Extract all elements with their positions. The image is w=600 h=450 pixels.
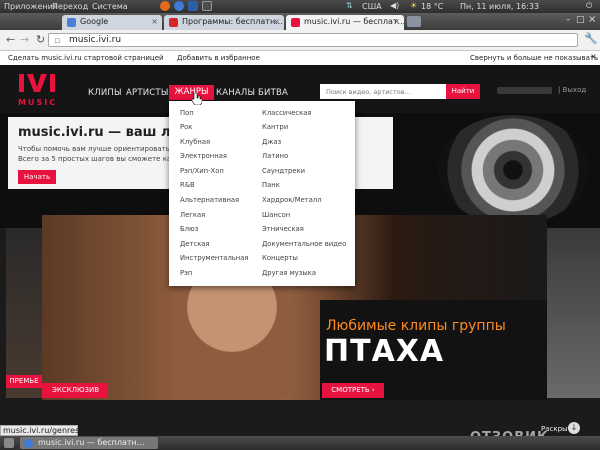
genre-item[interactable]: Рэп/Хип-Хоп <box>180 167 224 175</box>
genre-item[interactable]: Рэп <box>180 269 192 277</box>
terminal-launcher-icon[interactable] <box>202 1 212 11</box>
genre-item[interactable]: Саундтреки <box>262 167 305 175</box>
genre-item[interactable]: Рок <box>180 123 192 131</box>
new-tab-button[interactable] <box>407 16 421 27</box>
logo-music-text: MUSIC <box>18 98 58 107</box>
expand-arrow-icon[interactable]: ↓ <box>568 422 580 434</box>
tab-music-ivi[interactable]: music.ivi.ru — бесплат... × <box>286 15 404 30</box>
genre-item[interactable]: Шансон <box>262 211 290 219</box>
side-thumbnail-left[interactable] <box>6 228 42 398</box>
files-launcher-icon[interactable] <box>188 1 198 11</box>
google-favicon-icon <box>67 18 76 27</box>
close-notice-icon[interactable]: × <box>590 52 597 61</box>
clock[interactable]: Пн, 11 июля, 16:33 <box>460 2 539 11</box>
make-start-page-link[interactable]: Сделать music.ivi.ru стартовой страницей <box>8 54 164 62</box>
page-icon: ▫ <box>54 36 61 46</box>
search-input[interactable] <box>320 84 446 99</box>
weather-icon: ☀ <box>410 1 418 10</box>
firefox-launcher-icon[interactable] <box>160 1 170 11</box>
genre-item[interactable]: Этническая <box>262 225 304 233</box>
close-tab-icon[interactable]: × <box>151 15 158 29</box>
genres-dropdown: Поп Рок Клубная Электронная Рэп/Хип-Хоп … <box>169 101 355 286</box>
genre-item[interactable]: Джаз <box>262 138 281 146</box>
add-to-favorites-link[interactable]: Добавить в избранное <box>177 54 260 62</box>
username-blurred[interactable] <box>497 87 552 94</box>
keyboard-layout[interactable]: США <box>362 2 382 11</box>
genre-item[interactable]: Легкая <box>180 211 205 219</box>
collapse-notice-link[interactable]: Свернуть и больше не показывать <box>470 54 598 62</box>
logout-link[interactable]: | Выход <box>558 86 586 94</box>
menu-system[interactable]: Система <box>92 2 128 11</box>
weather-temperature[interactable]: 18 °C <box>421 2 443 11</box>
genre-item[interactable]: Документальное видео <box>262 240 346 248</box>
ivi-logo[interactable] <box>18 71 62 97</box>
premiere-badge[interactable]: ПРЕМЬЕ <box>6 375 42 388</box>
close-tab-icon[interactable]: × <box>273 15 280 29</box>
nav-artists[interactable]: АРТИСТЫ <box>126 88 169 98</box>
genre-item[interactable]: Поп <box>180 109 194 117</box>
chrome-task-icon <box>24 439 33 448</box>
system-top-panel: Приложения Переход Система ⇅ США ◀) ☀ 18… <box>0 0 600 13</box>
feature-subtitle: Любимые клипы группы <box>326 318 506 334</box>
logout-label: Выход <box>562 86 587 94</box>
hand-cursor-icon <box>191 92 203 107</box>
forward-arrow-icon[interactable]: → <box>20 33 29 46</box>
power-icon[interactable]: ⏻ <box>586 1 592 11</box>
genre-item[interactable]: Детская <box>180 240 210 248</box>
genre-item[interactable]: Латино <box>262 152 288 160</box>
genre-item[interactable]: Кантри <box>262 123 288 131</box>
reload-icon[interactable]: ↻ <box>36 33 45 46</box>
wrench-menu-icon[interactable]: 🔧 <box>584 32 598 45</box>
minimize-window-icon[interactable]: – <box>566 15 571 25</box>
menu-applications[interactable]: Приложения <box>4 2 58 11</box>
banner-line-1: Чтобы помочь вам лучше ориентироваться к <box>18 145 185 153</box>
close-tab-icon[interactable]: × <box>393 15 400 29</box>
menu-go[interactable]: Переход <box>52 2 88 11</box>
genre-item[interactable]: Инструментальная <box>180 254 249 262</box>
tab-programs[interactable]: Программы: бесплатн... × <box>164 15 284 30</box>
browser-tab-bar: Google × Программы: бесплатн... × music.… <box>0 13 600 30</box>
chrome-launcher-icon[interactable] <box>174 1 184 11</box>
start-button[interactable]: Начать <box>18 170 56 184</box>
address-bar[interactable]: ▫ music.ivi.ru <box>48 33 578 47</box>
genre-item[interactable]: Электронная <box>180 152 227 160</box>
watch-button[interactable]: СМОТРЕТЬ › <box>322 383 384 398</box>
tab-label: Программы: бесплатн... <box>182 17 283 26</box>
tab-google[interactable]: Google × <box>62 15 162 30</box>
nav-channels[interactable]: КАНАЛЫ <box>216 88 255 98</box>
genre-item[interactable]: Клубная <box>180 138 210 146</box>
genre-item[interactable]: Панк <box>262 181 280 189</box>
nav-battle[interactable]: БИТВА <box>258 88 288 98</box>
site-notice-bar: Сделать music.ivi.ru стартовой страницей… <box>0 51 600 66</box>
banner-line-2: Всего за 5 простых шагов вы сможете каче <box>18 155 180 163</box>
maximize-window-icon[interactable]: □ <box>576 15 585 25</box>
close-window-icon[interactable]: × <box>588 14 596 25</box>
search-button[interactable]: Найти <box>446 84 480 99</box>
genre-item[interactable]: Блюз <box>180 225 198 233</box>
genre-item[interactable]: R&B <box>180 181 195 189</box>
exclusive-badge[interactable]: ЭКСКЛЮЗИВ <box>42 383 108 398</box>
genre-item[interactable]: Другая музыка <box>262 269 316 277</box>
genre-item[interactable]: Классическая <box>262 109 312 117</box>
status-bar-url: music.ivi.ru/genres <box>0 425 79 436</box>
side-thumbnail-right[interactable] <box>547 228 600 398</box>
genre-item[interactable]: Хардрок/Металл <box>262 196 322 204</box>
genre-item[interactable]: Концерты <box>262 254 298 262</box>
taskbar-window-label: music.ivi.ru — бесплатн... <box>38 438 145 447</box>
nav-clips[interactable]: КЛИПЫ <box>88 88 122 98</box>
volume-icon[interactable]: ◀) <box>390 1 399 10</box>
genre-item[interactable]: Альтернативная <box>180 196 239 204</box>
site-favicon-icon <box>169 18 178 27</box>
network-icon[interactable]: ⇅ <box>346 1 353 10</box>
speaker-illustration <box>438 115 588 225</box>
back-arrow-icon[interactable]: ← <box>6 33 15 46</box>
taskbar-window-item[interactable]: music.ivi.ru — бесплатн... <box>20 437 158 449</box>
tab-label: Google <box>80 17 109 26</box>
tab-label: music.ivi.ru — бесплат... <box>304 17 404 26</box>
ivi-favicon-icon <box>291 18 300 27</box>
address-text: music.ivi.ru <box>69 35 122 45</box>
feature-title: ПТАХА <box>324 334 445 369</box>
show-desktop-icon[interactable] <box>4 438 14 448</box>
